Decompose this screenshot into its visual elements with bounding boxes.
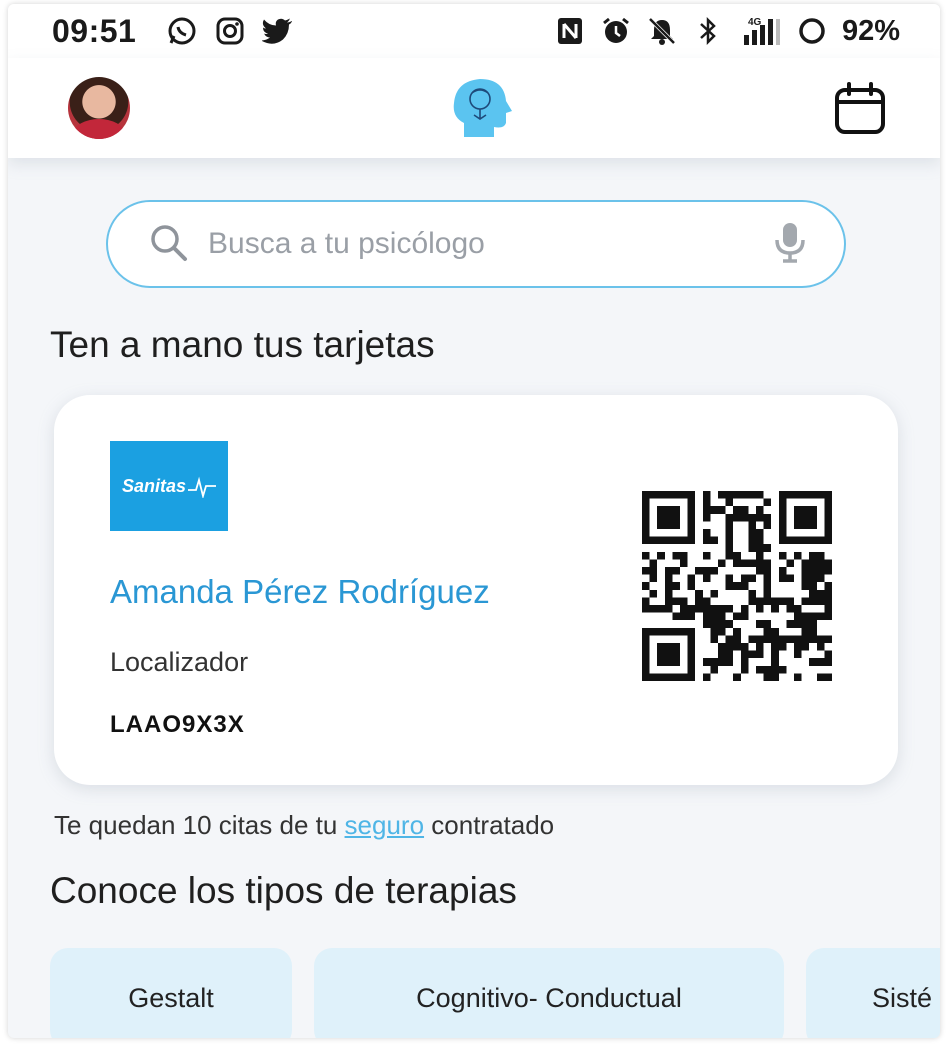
- svg-text:4G: 4G: [748, 17, 762, 28]
- status-time: 09:51: [52, 12, 137, 49]
- status-bar: 09:51 4G 92%: [8, 4, 940, 58]
- instagram-icon: [214, 15, 246, 47]
- mute-icon: [646, 15, 678, 47]
- insurance-card[interactable]: Sanitas Amanda Pérez Rodríguez Localizad…: [54, 395, 898, 785]
- notification-icons: [166, 15, 294, 47]
- locator-value: LAAO9X3X: [110, 711, 245, 738]
- nfc-icon: [554, 15, 586, 47]
- remaining-prefix: Te quedan 10 citas de tu: [54, 810, 345, 840]
- card-holder-name: Amanda Pérez Rodríguez: [110, 573, 490, 610]
- therapy-chip[interactable]: Cognitivo- Conductual: [314, 948, 784, 1038]
- insurer-name: Sanitas: [121, 475, 187, 496]
- avatar[interactable]: [68, 77, 130, 139]
- therapies-section-title: Conoce los tipos de terapias: [50, 870, 517, 911]
- signal-4g-icon: 4G: [738, 15, 782, 47]
- twitter-icon: [262, 15, 294, 47]
- search-input[interactable]: [208, 227, 772, 261]
- cards-section-title: Ten a mano tus tarjetas: [50, 324, 435, 365]
- calendar-icon: [835, 82, 885, 134]
- app-header: [8, 58, 940, 158]
- head-mind-icon[interactable]: [446, 73, 516, 143]
- search-bar[interactable]: [106, 200, 846, 288]
- alarm-icon: [600, 15, 632, 47]
- battery-percent: 92%: [841, 14, 900, 47]
- insurance-link[interactable]: seguro: [345, 810, 425, 840]
- calendar-button[interactable]: [832, 80, 888, 136]
- locator-label: Localizador: [110, 647, 249, 677]
- battery-icon: [796, 15, 828, 47]
- therapy-chip[interactable]: Sisté: [806, 948, 940, 1038]
- bluetooth-icon: [692, 15, 724, 47]
- remaining-appointments: Te quedan 10 citas de tu seguro contrata…: [54, 810, 554, 841]
- remaining-suffix: contratado: [424, 810, 555, 840]
- search-icon[interactable]: [148, 222, 188, 267]
- app-frame: 09:51 4G 92% Busca a tu psicólogo Ten a …: [8, 4, 940, 1038]
- system-status: 4G 92%: [554, 15, 900, 48]
- whatsapp-icon: [166, 15, 198, 47]
- microphone-icon[interactable]: [772, 220, 808, 269]
- therapy-chip-list: Gestalt Cognitivo- Conductual Sisté: [50, 948, 940, 1038]
- therapy-chip[interactable]: Gestalt: [50, 948, 292, 1038]
- qr-code[interactable]: [642, 491, 832, 681]
- insurer-logo: Sanitas: [110, 441, 228, 531]
